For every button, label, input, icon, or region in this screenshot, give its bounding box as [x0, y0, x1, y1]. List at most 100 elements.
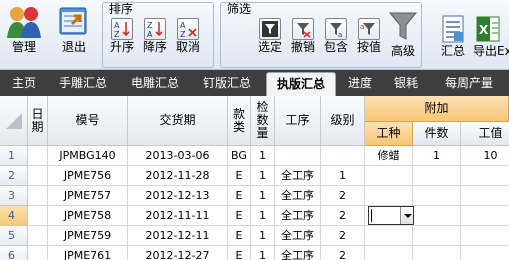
cell-model[interactable]: JPME758 [48, 206, 128, 226]
cell-style[interactable]: E [228, 226, 251, 246]
header-piece-count[interactable]: 件数 [413, 122, 461, 146]
cell-process[interactable]: 全工序 [275, 246, 321, 260]
cell-level[interactable]: 1 [321, 166, 365, 186]
cell-delivery-date[interactable]: 2013-03-06 [128, 146, 228, 166]
cell-price[interactable] [461, 206, 509, 226]
cell-inspect-qty[interactable]: 1 [251, 206, 275, 226]
cell-date[interactable] [28, 246, 48, 260]
filter-contains-button[interactable]: a 包含 [320, 18, 352, 54]
cell-style[interactable]: E [228, 186, 251, 206]
work-type-dropdown[interactable] [368, 206, 414, 225]
cell-date[interactable] [28, 186, 48, 206]
cell-date[interactable] [28, 166, 48, 186]
cell-work-type[interactable] [365, 166, 413, 186]
cell-price[interactable]: 10 [461, 146, 509, 166]
cell-model[interactable]: JPME761 [48, 246, 128, 260]
header-delivery-date[interactable]: 交货期 [128, 96, 228, 146]
cell-piece-count[interactable] [413, 206, 461, 226]
cell-style[interactable]: E [228, 166, 251, 186]
filter-advanced-button[interactable]: 高级 [386, 10, 420, 58]
cell-inspect-qty[interactable]: 1 [251, 186, 275, 206]
cell-delivery-date[interactable]: 2012-12-13 [128, 186, 228, 206]
cell-date[interactable] [28, 146, 48, 166]
cell-piece-count[interactable] [413, 226, 461, 246]
filter-revoke-button[interactable]: 撤销 [287, 18, 319, 54]
row-number[interactable]: 1 [0, 146, 28, 166]
cell-work-type[interactable] [365, 246, 413, 260]
grid-corner[interactable] [0, 96, 28, 146]
cell-piece-count[interactable] [413, 186, 461, 206]
chevron-down-icon[interactable] [400, 207, 413, 224]
tab-home[interactable]: 主页 [4, 70, 44, 96]
cell-inspect-qty[interactable]: 1 [251, 146, 275, 166]
row-number[interactable]: 5 [0, 226, 28, 246]
tab-electric-carving-summary[interactable]: 电雕汇总 [124, 70, 186, 96]
header-inspect-qty[interactable]: 检 数 量 [251, 96, 275, 146]
summary-button[interactable]: 汇总 [436, 14, 470, 58]
cell-inspect-qty[interactable]: 1 [251, 166, 275, 186]
header-level[interactable]: 级别 [321, 96, 365, 146]
cell-model[interactable]: JPME757 [48, 186, 128, 206]
row-number[interactable]: 4 [0, 206, 28, 226]
cell-process[interactable]: 全工序 [275, 206, 321, 226]
sort-asc-button[interactable]: AZ 升序 [106, 18, 138, 54]
export-excel-button[interactable]: X 导出Ex [473, 14, 509, 58]
manage-button[interactable]: 管理 [4, 4, 44, 54]
tab-manual-carving-summary[interactable]: 手雕汇总 [52, 70, 114, 96]
cell-level[interactable]: 2 [321, 246, 365, 260]
row-number[interactable]: 6 [0, 246, 28, 260]
cell-style[interactable]: E [228, 206, 251, 226]
cell-delivery-date[interactable]: 2012-12-11 [128, 226, 228, 246]
header-additional[interactable]: 附加 [365, 96, 509, 122]
cell-model[interactable]: JPME756 [48, 166, 128, 186]
sort-desc-button[interactable]: ZA 降序 [139, 18, 171, 54]
cell-level[interactable]: 2 [321, 206, 365, 226]
header-work-type[interactable]: 工种 [365, 122, 413, 146]
cell-piece-count[interactable]: 1 [413, 146, 461, 166]
exit-button[interactable]: 退出 [54, 4, 94, 54]
tab-nail-plate-summary[interactable]: 钉版汇总 [196, 70, 258, 96]
tab-silver-usage[interactable]: 银耗 [388, 70, 424, 96]
row-number[interactable]: 3 [0, 186, 28, 206]
cell-work-type[interactable] [365, 226, 413, 246]
header-date-partial[interactable]: 日 期 [28, 96, 48, 146]
sort-desc-label: 降序 [142, 40, 167, 54]
cell-model[interactable]: JPME759 [48, 226, 128, 246]
cell-piece-count[interactable] [413, 166, 461, 186]
cell-inspect-qty[interactable]: 1 [251, 226, 275, 246]
cell-delivery-date[interactable]: 2012-11-28 [128, 166, 228, 186]
cell-process[interactable]: 全工序 [275, 226, 321, 246]
cell-process[interactable]: 全工序 [275, 186, 321, 206]
cell-level[interactable]: 2 [321, 226, 365, 246]
tab-progress[interactable]: 进度 [342, 70, 378, 96]
cell-price[interactable] [461, 226, 509, 246]
cell-delivery-date[interactable]: 2012-11-11 [128, 206, 228, 226]
cell-piece-count[interactable] [413, 246, 461, 260]
cell-price[interactable] [461, 166, 509, 186]
tab-plate-summary[interactable]: 执版汇总 [266, 72, 336, 96]
cell-level[interactable]: 2 [321, 186, 365, 206]
filter-byvalue-button[interactable]: a 按值 [353, 18, 385, 54]
header-price[interactable]: 工值 [461, 122, 509, 146]
cell-style[interactable]: BG [228, 146, 251, 166]
filter-select-button[interactable]: 选定 [254, 18, 286, 54]
header-style[interactable]: 款 类 [228, 96, 251, 146]
tab-weekly-output[interactable]: 每周产量 [434, 70, 504, 96]
cell-price[interactable] [461, 246, 509, 260]
cell-level[interactable] [321, 146, 365, 166]
cell-style[interactable]: E [228, 246, 251, 260]
cell-model[interactable]: JPMBG140 [48, 146, 128, 166]
cell-date[interactable] [28, 206, 48, 226]
cell-process[interactable]: 全工序 [275, 166, 321, 186]
header-model[interactable]: 模号 [48, 96, 128, 146]
header-process[interactable]: 工序 [275, 96, 321, 146]
sort-cancel-button[interactable]: AZ 取消 [172, 18, 204, 54]
row-number[interactable]: 2 [0, 166, 28, 186]
cell-delivery-date[interactable]: 2012-12-27 [128, 246, 228, 260]
cell-work-type[interactable] [365, 186, 413, 206]
cell-date[interactable] [28, 226, 48, 246]
cell-inspect-qty[interactable]: 1 [251, 246, 275, 260]
cell-process[interactable] [275, 146, 321, 166]
cell-price[interactable] [461, 186, 509, 206]
cell-work-type[interactable]: 修蜡 [365, 146, 413, 166]
